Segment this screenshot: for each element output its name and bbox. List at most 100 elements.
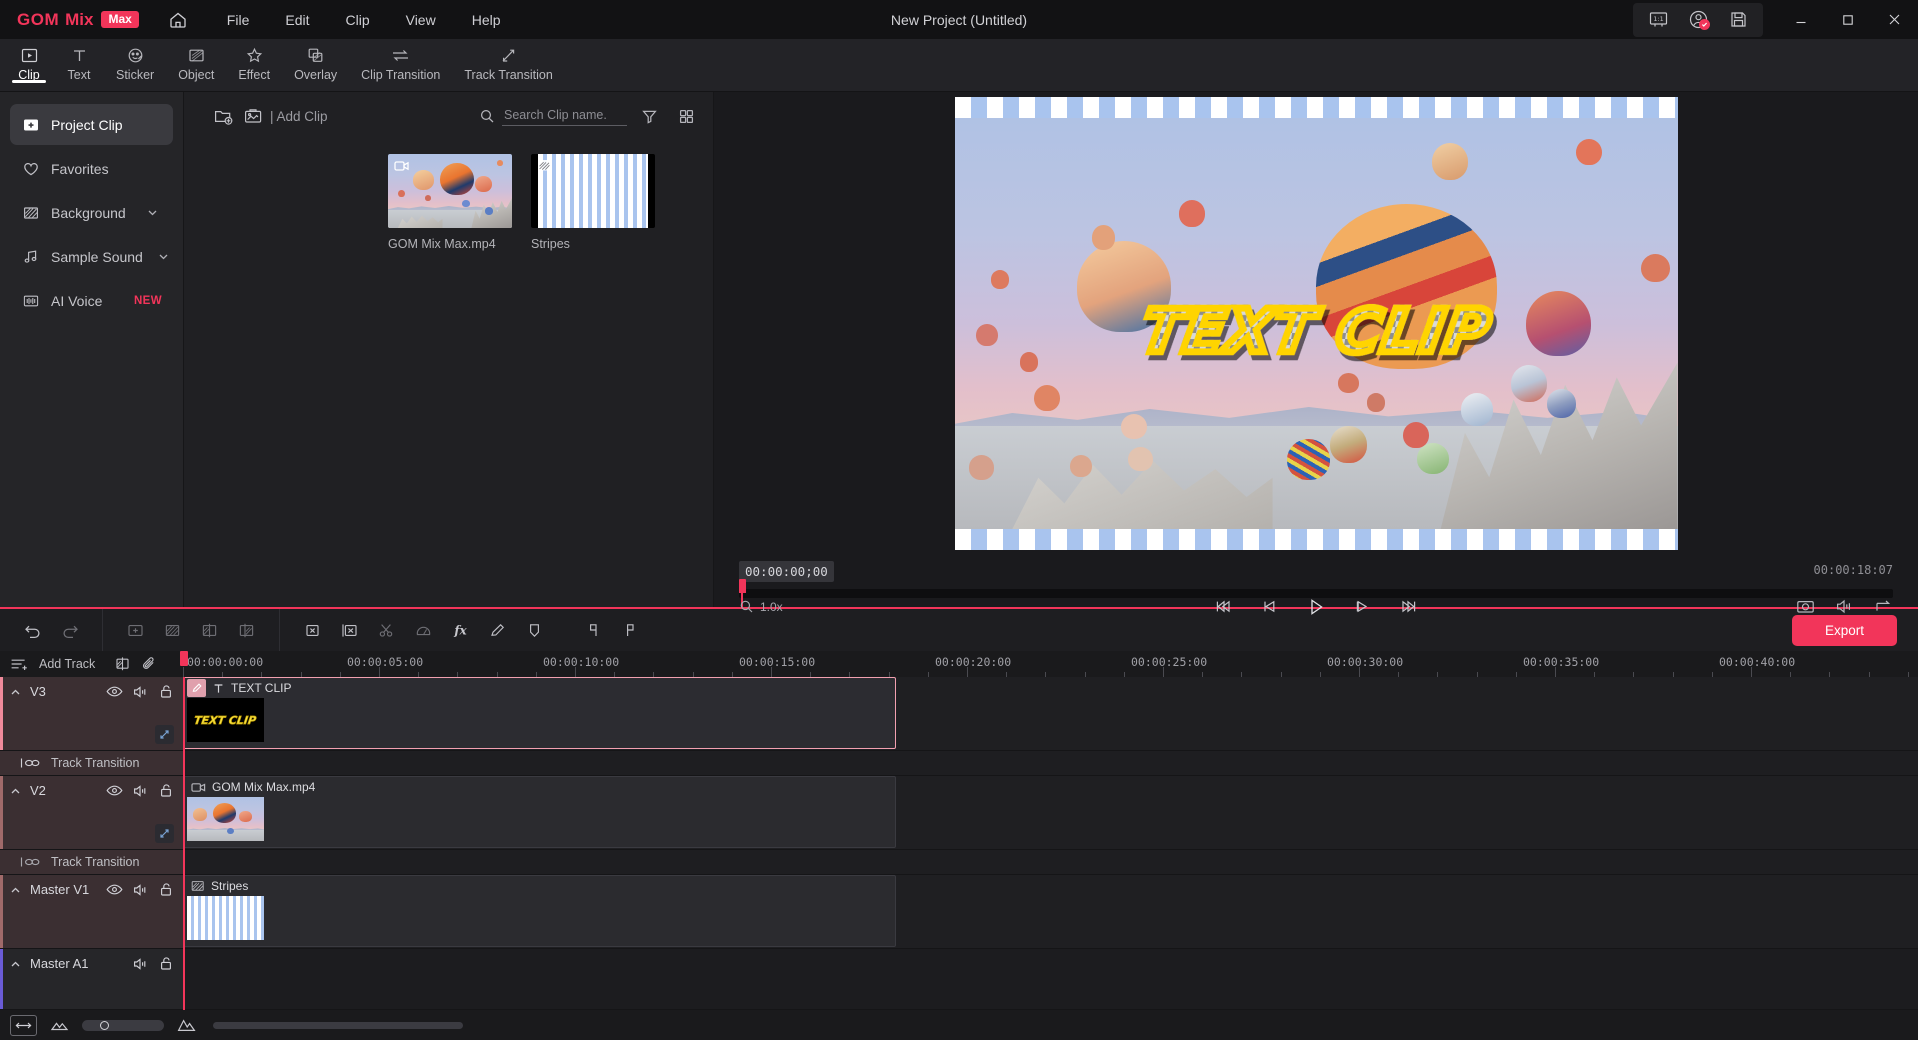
account-icon[interactable] xyxy=(1679,6,1717,34)
menu-clip[interactable]: Clip xyxy=(327,6,387,34)
skip-to-start-button[interactable] xyxy=(1214,598,1234,615)
speaker-icon[interactable] xyxy=(133,957,149,971)
ratio-1-1-icon[interactable]: 1:1 xyxy=(1639,6,1677,34)
shield-icon[interactable] xyxy=(516,615,553,645)
add-clip-icon[interactable] xyxy=(117,615,154,645)
grid-view-icon[interactable] xyxy=(671,101,701,131)
chevron-down-icon[interactable] xyxy=(143,203,162,222)
clip-card-video[interactable]: GOM Mix Max.mp4 xyxy=(388,154,512,251)
track-lanes[interactable]: TEXT CLIP TEXT CLIP GOM Mix Max.mp4 Stri… xyxy=(180,651,1918,1010)
fit-to-window-icon[interactable] xyxy=(10,1014,37,1036)
lock-icon[interactable] xyxy=(159,882,173,897)
save-icon[interactable] xyxy=(1719,6,1757,34)
timeline-ruler[interactable]: 00:00:00:00 00:00:05:00 00:00:10:00 00:0… xyxy=(183,651,1918,677)
collapse-chevron-icon[interactable] xyxy=(7,783,23,799)
eye-icon[interactable] xyxy=(106,685,123,698)
home-icon[interactable] xyxy=(161,5,195,35)
timeline-clip-text[interactable]: TEXT CLIP TEXT CLIP xyxy=(183,677,896,749)
skip-to-end-button[interactable] xyxy=(1398,598,1418,615)
timeline-clip-video[interactable]: GOM Mix Max.mp4 xyxy=(183,776,896,848)
maximize-button[interactable] xyxy=(1824,0,1871,39)
search-input[interactable] xyxy=(504,108,625,122)
add-track-label[interactable]: Add Track xyxy=(39,657,95,671)
zoom-in-mountain-icon[interactable] xyxy=(177,1018,196,1033)
speaker-icon[interactable] xyxy=(133,784,149,798)
track-header-v3[interactable]: V3 xyxy=(0,677,183,751)
ribbon-tab-effect[interactable]: Effect xyxy=(226,39,282,82)
ribbon-tab-track-transition[interactable]: Track Transition xyxy=(452,39,564,82)
eye-icon[interactable] xyxy=(106,883,123,896)
attach-icon[interactable] xyxy=(141,656,158,672)
menu-file[interactable]: File xyxy=(209,6,268,34)
speaker-icon[interactable] xyxy=(133,685,149,699)
close-button[interactable] xyxy=(1871,0,1918,39)
timeline-playhead[interactable] xyxy=(180,651,188,1010)
sidebar-item-project-clip[interactable]: Project Clip xyxy=(10,104,173,145)
clip-card-background[interactable]: Stripes xyxy=(531,154,655,251)
transition-lane-v3[interactable] xyxy=(183,751,1918,776)
track-transition-row-v3[interactable]: Track Transition xyxy=(0,751,183,776)
lock-icon[interactable] xyxy=(159,956,173,971)
ribbon-tab-clip-transition[interactable]: Clip Transition xyxy=(349,39,452,82)
chevron-down-icon[interactable] xyxy=(154,247,173,266)
marker-out-icon[interactable] xyxy=(612,615,649,645)
menu-edit[interactable]: Edit xyxy=(267,6,327,34)
insert-right-icon[interactable] xyxy=(228,615,265,645)
track-header-master-v1[interactable]: Master V1 xyxy=(0,875,183,949)
delete-ripple-icon[interactable] xyxy=(331,615,368,645)
timeline-clip-stripes[interactable]: Stripes xyxy=(183,875,896,947)
ribbon-tab-sticker[interactable]: Sticker xyxy=(104,39,166,82)
selection-handle-bottom[interactable] xyxy=(954,529,1678,550)
insert-left-icon[interactable] xyxy=(191,615,228,645)
preview-zoom[interactable]: 1.0x xyxy=(739,599,783,614)
undo-icon[interactable] xyxy=(14,615,51,645)
eye-icon[interactable] xyxy=(106,784,123,797)
play-button[interactable] xyxy=(1306,597,1326,617)
step-forward-button[interactable] xyxy=(1353,598,1371,615)
clip-thumbnail[interactable] xyxy=(388,154,512,228)
folder-add-icon[interactable] xyxy=(208,101,238,131)
track-header-v2[interactable]: V2 xyxy=(0,776,183,850)
minimize-button[interactable] xyxy=(1777,0,1824,39)
track-header-master-a1[interactable]: Master A1 xyxy=(0,949,183,1010)
lock-icon[interactable] xyxy=(159,783,173,798)
ribbon-tab-text[interactable]: Text xyxy=(54,39,104,82)
search-input-wrapper[interactable] xyxy=(502,106,627,126)
collapse-chevron-icon[interactable] xyxy=(7,882,23,898)
sidebar-item-background[interactable]: Background xyxy=(10,192,173,233)
keyframe-icon[interactable] xyxy=(155,824,174,843)
filter-icon[interactable] xyxy=(634,101,664,131)
clip-thumbnail[interactable] xyxy=(531,154,655,228)
transition-lane-v2[interactable] xyxy=(183,850,1918,875)
timeline-horizontal-scrollbar[interactable] xyxy=(213,1021,463,1029)
collapse-chevron-icon[interactable] xyxy=(7,956,23,972)
step-back-button[interactable] xyxy=(1261,598,1279,615)
track-transition-row-v2[interactable]: Track Transition xyxy=(0,850,183,875)
track-lane-master-a1[interactable] xyxy=(183,949,1918,1010)
zoom-slider-handle[interactable] xyxy=(100,1020,109,1030)
marker-in-icon[interactable] xyxy=(575,615,612,645)
insert-track-icon[interactable] xyxy=(114,656,131,672)
add-clip-label[interactable]: | Add Clip xyxy=(270,109,328,124)
redo-icon[interactable] xyxy=(51,615,88,645)
sidebar-item-ai-voice[interactable]: AI Voice NEW xyxy=(10,280,173,321)
selection-handle-top[interactable] xyxy=(954,97,1678,118)
fx-icon[interactable]: fx xyxy=(442,615,479,645)
track-lane-v3[interactable]: TEXT CLIP TEXT CLIP xyxy=(183,677,1918,751)
volume-icon[interactable] xyxy=(1835,598,1854,615)
text-clip-overlay[interactable]: TEXT CLIP xyxy=(1133,293,1499,370)
lock-icon[interactable] xyxy=(159,684,173,699)
timeline-zoom-slider[interactable] xyxy=(82,1019,164,1031)
zoom-out-mountain-icon[interactable] xyxy=(50,1018,69,1032)
snapshot-camera-icon[interactable] xyxy=(1796,598,1815,615)
ribbon-tab-object[interactable]: Object xyxy=(166,39,226,82)
split-scissors-icon[interactable] xyxy=(368,615,405,645)
sidebar-item-sample-sound[interactable]: Sample Sound xyxy=(10,236,173,277)
add-track-icon[interactable] xyxy=(10,656,29,673)
sidebar-item-favorites[interactable]: Favorites xyxy=(10,148,173,189)
speed-icon[interactable] xyxy=(405,615,442,645)
ribbon-tab-clip[interactable]: Clip xyxy=(4,39,54,83)
track-lane-master-v1[interactable]: Stripes xyxy=(183,875,1918,949)
video-canvas[interactable]: TEXT CLIP xyxy=(954,97,1678,550)
track-lane-v2[interactable]: GOM Mix Max.mp4 xyxy=(183,776,1918,850)
